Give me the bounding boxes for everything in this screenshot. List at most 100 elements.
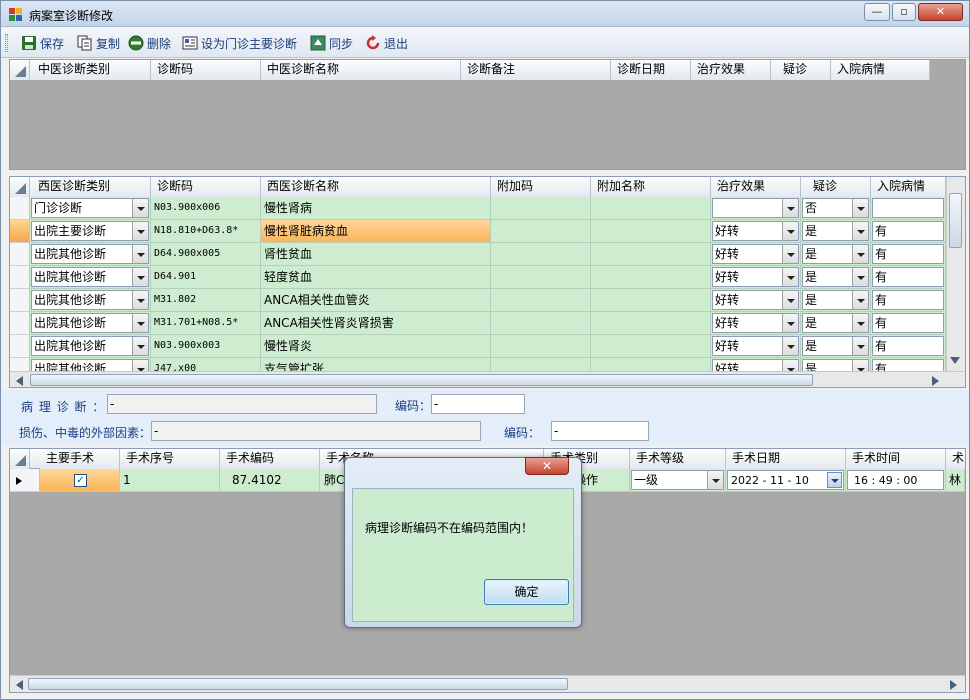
wm-cell-extra-name[interactable] xyxy=(591,312,711,335)
close-button[interactable]: ✕ xyxy=(918,3,963,21)
wm-cell-code[interactable]: N03.900x003 xyxy=(151,335,261,358)
wm-grid-corner[interactable] xyxy=(10,177,30,197)
chevron-down-icon[interactable] xyxy=(132,199,148,217)
tcm-col-suspect[interactable]: 疑诊 xyxy=(771,60,831,80)
tcm-col-admission[interactable]: 入院病情 xyxy=(831,60,930,80)
wm-cell-admission[interactable]: 有 xyxy=(871,289,946,312)
wm-suspect-select[interactable]: 是 xyxy=(802,290,869,310)
surgery-primary-cell[interactable]: ✓ xyxy=(40,469,120,492)
wm-cell-extra-code[interactable] xyxy=(491,197,591,220)
wm-cell-extra-code[interactable] xyxy=(491,243,591,266)
wm-cell-effect[interactable]: 好转 xyxy=(711,335,801,358)
wm-col-name[interactable]: 西医诊断名称 xyxy=(261,177,491,197)
table-row[interactable]: 出院主要诊断 N18.810+D63.8* 慢性肾脏病贫血 好转 是 有 xyxy=(10,220,946,243)
wm-category-select[interactable]: 出院其他诊断 xyxy=(31,290,149,310)
wm-cell-effect[interactable] xyxy=(711,197,801,220)
restore-button[interactable]: ▫ xyxy=(892,3,916,21)
wm-cell-name[interactable]: 慢性肾病 xyxy=(261,197,491,220)
scroll-right-icon[interactable] xyxy=(950,680,958,690)
chevron-down-icon[interactable] xyxy=(132,245,148,263)
toolbar-grip[interactable] xyxy=(5,34,8,52)
wm-admission-input[interactable]: 有 xyxy=(872,290,944,310)
chevron-down-icon[interactable] xyxy=(852,222,868,240)
wm-cell-admission[interactable]: 有 xyxy=(871,335,946,358)
scroll-left-icon[interactable] xyxy=(16,376,24,386)
injury-input[interactable]: - xyxy=(151,421,481,441)
minimize-button[interactable]: — xyxy=(864,3,890,21)
wm-effect-select[interactable]: 好转 xyxy=(712,313,799,333)
table-row[interactable]: 出院其他诊断 M31.802 ANCA相关性血管炎 好转 是 有 xyxy=(10,289,946,312)
row-header[interactable] xyxy=(10,220,30,243)
wm-cell-effect[interactable]: 好转 xyxy=(711,243,801,266)
wm-cell-admission[interactable]: 有 xyxy=(871,266,946,289)
wm-cell-extra-code[interactable] xyxy=(491,289,591,312)
wm-cell-code[interactable]: N03.900x006 xyxy=(151,197,261,220)
surgery-col-extra[interactable]: 术 xyxy=(946,449,965,469)
surgery-col-primary[interactable]: 主要手术 xyxy=(40,449,120,469)
wm-col-extra-code[interactable]: 附加码 xyxy=(491,177,591,197)
chevron-down-icon[interactable] xyxy=(852,245,868,263)
wm-cell-admission[interactable] xyxy=(871,197,946,220)
wm-effect-select[interactable] xyxy=(712,198,799,218)
surgery-date-picker[interactable]: 2022 - 11 - 10 xyxy=(727,470,844,490)
wm-cell-suspect[interactable]: 是 xyxy=(801,266,871,289)
wm-grid-hscroll[interactable] xyxy=(10,371,965,387)
tcm-diagnosis-grid[interactable]: 中医诊断类别 诊断码 中医诊断名称 诊断备注 诊断日期 治疗效果 疑诊 入院病情 xyxy=(9,59,966,170)
surgery-col-date[interactable]: 手术日期 xyxy=(726,449,846,469)
tcm-col-note[interactable]: 诊断备注 xyxy=(461,60,611,80)
wm-suspect-select[interactable]: 是 xyxy=(802,221,869,241)
exit-button[interactable]: 退出 xyxy=(365,34,408,52)
row-header[interactable] xyxy=(10,243,30,266)
tcm-col-name[interactable]: 中医诊断名称 xyxy=(261,60,461,80)
wm-suspect-select[interactable]: 是 xyxy=(802,267,869,287)
sync-button[interactable]: 同步 xyxy=(310,34,353,52)
wm-cell-extra-name[interactable] xyxy=(591,220,711,243)
wm-admission-input[interactable]: 有 xyxy=(872,221,944,241)
wm-cell-suspect[interactable]: 是 xyxy=(801,220,871,243)
wm-col-effect[interactable]: 治疗效果 xyxy=(711,177,801,197)
wm-grid-vscroll[interactable] xyxy=(946,177,965,371)
surgery-grid-corner[interactable] xyxy=(10,449,30,469)
wm-cell-category[interactable]: 门诊诊断 xyxy=(30,197,151,220)
wm-grid-vscroll-thumb[interactable] xyxy=(949,193,962,248)
wm-cell-code[interactable]: M31.802 xyxy=(151,289,261,312)
chevron-down-icon[interactable] xyxy=(132,314,148,332)
wm-cell-extra-name[interactable] xyxy=(591,197,711,220)
wm-effect-select[interactable]: 好转 xyxy=(712,290,799,310)
copy-button[interactable]: 复制 xyxy=(77,34,120,52)
chevron-down-icon[interactable] xyxy=(782,291,798,309)
wm-cell-code[interactable]: D64.900x005 xyxy=(151,243,261,266)
wm-suspect-select[interactable]: 是 xyxy=(802,336,869,356)
primary-surgery-checkbox[interactable]: ✓ xyxy=(74,474,87,487)
wm-admission-input[interactable]: 有 xyxy=(872,336,944,356)
surgery-time-input[interactable]: 16 : 49 : 00 xyxy=(847,470,944,490)
tcm-col-effect[interactable]: 治疗效果 xyxy=(691,60,771,80)
wm-grid-hscroll-thumb[interactable] xyxy=(30,374,813,386)
chevron-down-icon[interactable] xyxy=(132,291,148,309)
wm-cell-code[interactable]: M31.701+N08.5* xyxy=(151,312,261,335)
scroll-right-icon[interactable] xyxy=(932,376,940,386)
wm-suspect-select[interactable]: 是 xyxy=(802,313,869,333)
wm-cell-name[interactable]: 肾性贫血 xyxy=(261,243,491,266)
wm-cell-effect[interactable]: 好转 xyxy=(711,220,801,243)
wm-cell-name[interactable]: ANCA相关性血管炎 xyxy=(261,289,491,312)
wm-admission-input[interactable] xyxy=(872,198,944,218)
wm-cell-suspect[interactable]: 否 xyxy=(801,197,871,220)
wm-cell-extra-code[interactable] xyxy=(491,220,591,243)
chevron-down-icon[interactable] xyxy=(707,471,723,489)
surgery-col-level[interactable]: 手术等级 xyxy=(630,449,726,469)
chevron-down-icon[interactable] xyxy=(782,222,798,240)
injury-code-input[interactable]: - xyxy=(551,421,649,441)
tcm-col-category[interactable]: 中医诊断类别 xyxy=(30,60,151,80)
wm-col-category[interactable]: 西医诊断类别 xyxy=(30,177,151,197)
wm-cell-suspect[interactable]: 是 xyxy=(801,243,871,266)
wm-cell-category[interactable]: 出院其他诊断 xyxy=(30,266,151,289)
surgery-grid-hscroll-thumb[interactable] xyxy=(28,678,568,690)
wm-suspect-select[interactable]: 否 xyxy=(802,198,869,218)
surgery-level-select[interactable]: 一级 xyxy=(631,470,724,490)
row-header[interactable] xyxy=(10,197,30,220)
chevron-down-icon[interactable] xyxy=(132,222,148,240)
wm-cell-name[interactable]: 慢性肾脏病贫血 xyxy=(261,220,491,243)
surgery-date-cell[interactable]: 2022 - 11 - 10 xyxy=(726,469,846,492)
wm-cell-extra-code[interactable] xyxy=(491,266,591,289)
